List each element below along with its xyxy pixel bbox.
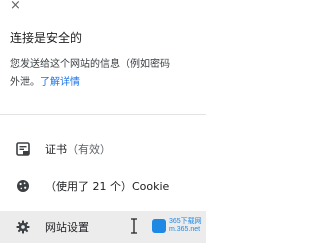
- certificate-status: （有效）: [67, 143, 111, 156]
- security-description: 您发送给这个网站的信息（例如密码 外泄。了解详情: [10, 56, 206, 92]
- certificate-row[interactable]: 证书（有效）: [0, 133, 206, 165]
- watermark-text: 365下载网 m.365.net: [169, 218, 202, 234]
- certificate-text: 证书: [45, 143, 67, 156]
- text-cursor-icon: [131, 218, 137, 234]
- certificate-icon: [15, 141, 31, 157]
- watermark-logo-icon: [152, 219, 166, 233]
- section-divider: [0, 114, 206, 115]
- certificate-label: 证书（有效）: [45, 141, 111, 157]
- site-settings-label: 网站设置: [45, 221, 89, 234]
- learn-more-link[interactable]: 了解详情: [40, 77, 80, 88]
- watermark-line-1: 365下载网: [169, 218, 202, 225]
- watermark-line-2: m.365.net: [169, 226, 201, 233]
- cookies-row[interactable]: （使用了 21 个）Cookie: [0, 170, 206, 202]
- watermark: 365下载网 m.365.net: [152, 217, 202, 235]
- cookie-icon: [15, 178, 31, 194]
- gear-icon: [15, 219, 31, 235]
- description-prefix: 外泄。: [10, 77, 40, 88]
- description-line-2: 外泄。了解详情: [10, 74, 206, 92]
- close-icon[interactable]: ×: [10, 0, 21, 12]
- connection-secure-title: 连接是安全的: [10, 31, 83, 45]
- cookies-label: （使用了 21 个）Cookie: [45, 180, 170, 193]
- description-line-1: 您发送给这个网站的信息（例如密码: [10, 59, 170, 70]
